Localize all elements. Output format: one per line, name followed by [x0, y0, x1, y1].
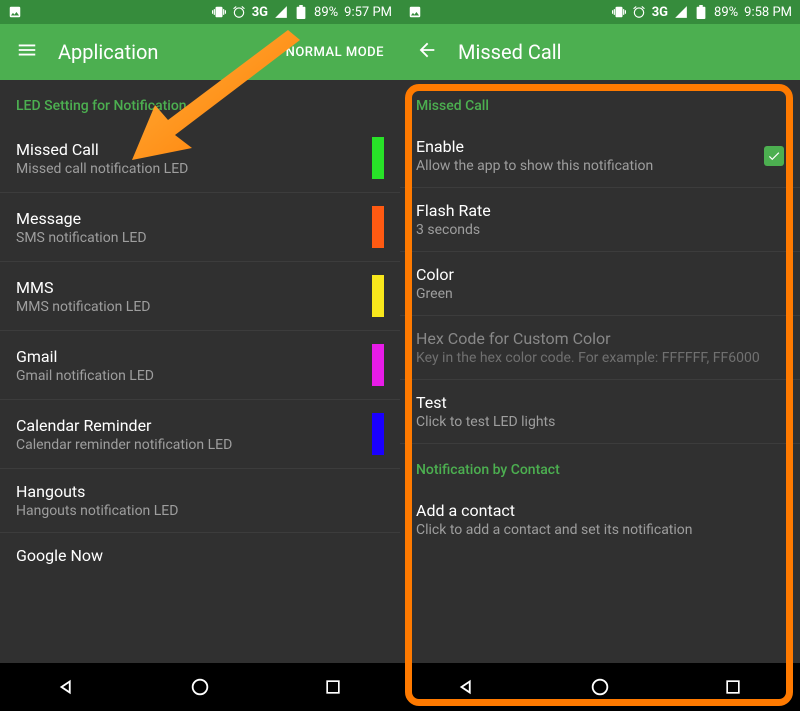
- battery-label: 89%: [314, 5, 338, 20]
- section-header: LED Setting for Notification: [0, 80, 400, 124]
- content-left: LED Setting for Notification Missed Call…: [0, 80, 400, 663]
- battery-icon: [694, 5, 708, 19]
- item-title: Test: [416, 393, 784, 412]
- item-title: Missed Call: [16, 140, 360, 159]
- item-title: Hex Code for Custom Color: [416, 329, 784, 348]
- vibrate-icon: [612, 5, 626, 19]
- list-item-hangouts[interactable]: Hangouts Hangouts notification LED: [0, 469, 400, 533]
- time-label: 9:57 PM: [344, 5, 392, 20]
- screen-left: 3G 89% 9:57 PM Application NORMAL MODE L…: [0, 0, 400, 711]
- checkbox[interactable]: [764, 146, 784, 166]
- recent-button[interactable]: [321, 675, 345, 699]
- signal-icon: [274, 5, 288, 19]
- item-title: Flash Rate: [416, 201, 784, 220]
- color-swatch: [372, 137, 384, 179]
- battery-label: 89%: [714, 5, 738, 20]
- item-sub: MMS notification LED: [16, 299, 360, 315]
- back-button[interactable]: [55, 675, 79, 699]
- section-header: Notification by Contact: [400, 444, 800, 488]
- item-sub: Allow the app to show this notification: [416, 158, 752, 174]
- back-arrow-icon[interactable]: [416, 39, 438, 65]
- status-bar: 3G 89% 9:58 PM: [400, 0, 800, 24]
- signal-icon: [674, 5, 688, 19]
- nav-bar: [400, 663, 800, 711]
- page-title: Application: [58, 40, 266, 64]
- page-title: Missed Call: [458, 40, 784, 64]
- item-sub: Calendar reminder notification LED: [16, 437, 360, 453]
- vibrate-icon: [212, 5, 226, 19]
- item-title: Message: [16, 209, 360, 228]
- time-label: 9:58 PM: [744, 5, 792, 20]
- battery-icon: [294, 5, 308, 19]
- screen-right: 3G 89% 9:58 PM Missed Call Missed Call E…: [400, 0, 800, 711]
- item-sub: Key in the hex color code. For example: …: [416, 350, 784, 366]
- network-label: 3G: [652, 5, 668, 20]
- home-button[interactable]: [588, 675, 612, 699]
- list-item-add-contact[interactable]: Add a contact Click to add a contact and…: [400, 488, 800, 551]
- list-item-flash-rate[interactable]: Flash Rate 3 seconds: [400, 188, 800, 252]
- list-item-gmail[interactable]: Gmail Gmail notification LED: [0, 331, 400, 400]
- image-icon: [408, 5, 422, 19]
- content-right: Missed Call Enable Allow the app to show…: [400, 80, 800, 663]
- color-swatch: [372, 206, 384, 248]
- mode-label[interactable]: NORMAL MODE: [286, 45, 384, 60]
- recent-button[interactable]: [721, 675, 745, 699]
- list-item-color[interactable]: Color Green: [400, 252, 800, 316]
- item-title: Hangouts: [16, 482, 384, 501]
- item-title: Enable: [416, 137, 752, 156]
- item-title: Add a contact: [416, 501, 784, 520]
- list-item-missed-call[interactable]: Missed Call Missed call notification LED: [0, 124, 400, 193]
- list-item-message[interactable]: Message SMS notification LED: [0, 193, 400, 262]
- item-sub: Missed call notification LED: [16, 161, 360, 177]
- alarm-icon: [232, 5, 246, 19]
- item-sub: Green: [416, 286, 784, 302]
- item-title: Color: [416, 265, 784, 284]
- color-swatch: [372, 275, 384, 317]
- hamburger-icon[interactable]: [16, 39, 38, 65]
- item-title: Google Now: [16, 546, 384, 565]
- item-title: Calendar Reminder: [16, 416, 360, 435]
- alarm-icon: [632, 5, 646, 19]
- network-label: 3G: [252, 5, 268, 20]
- action-bar: Missed Call: [400, 24, 800, 80]
- list-item-hex-code: Hex Code for Custom Color Key in the hex…: [400, 316, 800, 380]
- action-bar: Application NORMAL MODE: [0, 24, 400, 80]
- home-button[interactable]: [188, 675, 212, 699]
- list-item-google-now[interactable]: Google Now: [0, 533, 400, 580]
- item-sub: 3 seconds: [416, 222, 784, 238]
- item-sub: Hangouts notification LED: [16, 503, 384, 519]
- item-sub: Gmail notification LED: [16, 368, 360, 384]
- color-swatch: [372, 413, 384, 455]
- list-item-test[interactable]: Test Click to test LED lights: [400, 380, 800, 444]
- list-item-calendar[interactable]: Calendar Reminder Calendar reminder noti…: [0, 400, 400, 469]
- status-bar: 3G 89% 9:57 PM: [0, 0, 400, 24]
- back-button[interactable]: [455, 675, 479, 699]
- image-icon: [8, 5, 22, 19]
- list-item-mms[interactable]: MMS MMS notification LED: [0, 262, 400, 331]
- item-title: MMS: [16, 278, 360, 297]
- item-sub: Click to test LED lights: [416, 414, 784, 430]
- item-sub: SMS notification LED: [16, 230, 360, 246]
- color-swatch: [372, 344, 384, 386]
- list-item-enable[interactable]: Enable Allow the app to show this notifi…: [400, 124, 800, 188]
- item-title: Gmail: [16, 347, 360, 366]
- item-sub: Click to add a contact and set its notif…: [416, 522, 784, 538]
- section-header: Missed Call: [400, 80, 800, 124]
- nav-bar: [0, 663, 400, 711]
